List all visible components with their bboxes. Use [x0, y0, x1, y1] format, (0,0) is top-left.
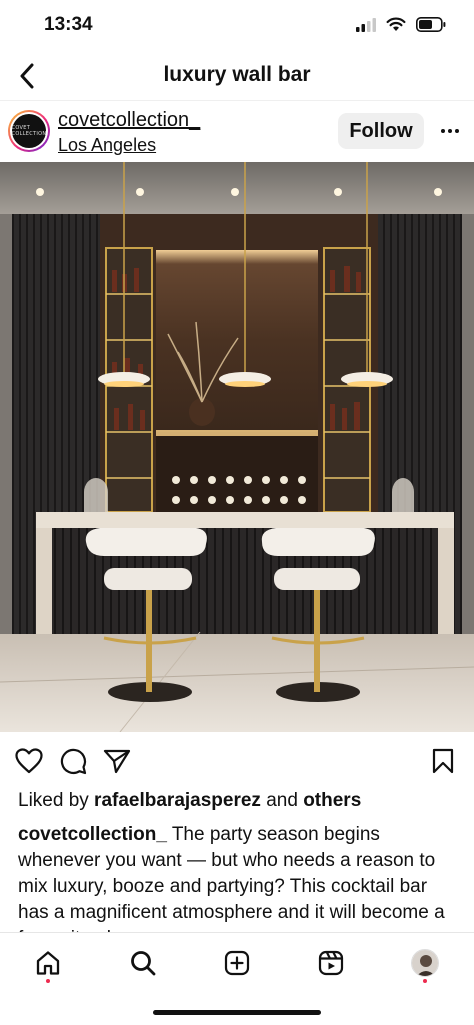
battery-icon	[416, 17, 446, 32]
page-title: luxury wall bar	[163, 63, 311, 86]
profile-photo	[412, 950, 438, 976]
home-icon	[36, 951, 60, 975]
status-icons	[356, 17, 446, 32]
profile-avatar	[411, 949, 439, 977]
share-button[interactable]	[102, 746, 132, 776]
likes-prefix: Liked by	[18, 790, 95, 811]
status-bar: 13:34	[0, 0, 474, 52]
search-icon	[131, 951, 156, 976]
tab-search[interactable]	[123, 943, 163, 983]
profile-notification-dot	[423, 979, 427, 983]
comment-icon	[60, 748, 87, 775]
comment-button[interactable]	[58, 746, 88, 776]
post-header: COVET COLLECTION covetcollection_ Los An…	[0, 100, 474, 162]
likes-others-link[interactable]: others	[303, 790, 361, 811]
tab-create[interactable]	[217, 943, 257, 983]
heart-icon	[15, 748, 43, 774]
like-button[interactable]	[14, 746, 44, 776]
caption-username[interactable]: covetcollection_	[18, 824, 167, 845]
post-username[interactable]: covetcollection_	[58, 109, 200, 132]
likes-middle: and	[260, 790, 304, 811]
home-indicator	[153, 1010, 321, 1015]
reels-icon	[318, 950, 344, 976]
save-button[interactable]	[428, 746, 458, 776]
post-image[interactable]	[0, 162, 474, 732]
send-icon	[103, 749, 131, 774]
more-options-button[interactable]	[436, 117, 464, 145]
post-caption: covetcollection_ The party season begins…	[18, 822, 458, 932]
more-horizontal-icon	[441, 129, 459, 133]
home-notification-dot	[46, 979, 50, 983]
bar-photo	[0, 162, 474, 732]
wifi-icon	[386, 17, 406, 31]
avatar-logo: COVET COLLECTION	[12, 114, 46, 148]
likes-text: Liked by rafaelbarajasperez and others	[18, 790, 361, 812]
avatar[interactable]: COVET COLLECTION	[8, 110, 50, 152]
bookmark-icon	[432, 748, 454, 774]
tab-reels[interactable]	[311, 943, 351, 983]
signal-icon	[356, 17, 376, 32]
status-time: 13:34	[44, 14, 93, 35]
tab-home[interactable]	[28, 943, 68, 983]
post-actions	[0, 742, 474, 780]
avatar-frame: COVET COLLECTION	[10, 112, 48, 150]
follow-button[interactable]: Follow	[338, 113, 424, 149]
plus-square-icon	[224, 950, 250, 976]
likes-user-link[interactable]: rafaelbarajasperez	[94, 790, 261, 811]
tab-profile[interactable]	[405, 943, 445, 983]
nav-bar: luxury wall bar	[0, 52, 474, 100]
post-location[interactable]: Los Angeles	[58, 135, 156, 156]
